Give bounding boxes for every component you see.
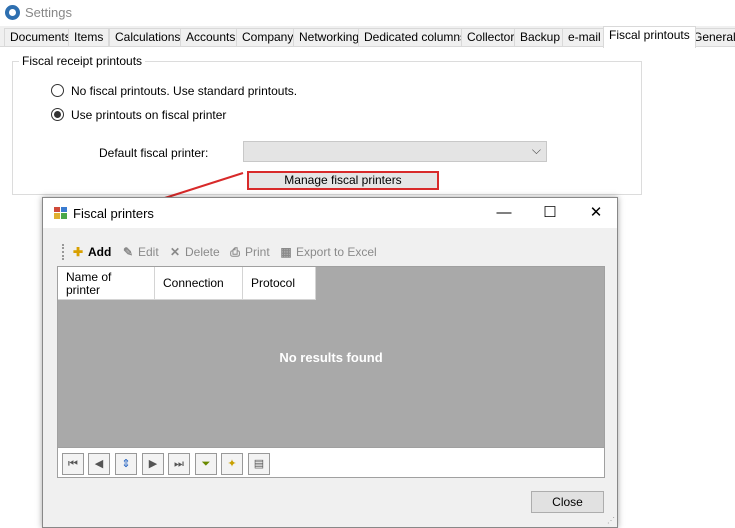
- fiscal-receipt-groupbox: Fiscal receipt printouts No fiscal print…: [12, 54, 642, 195]
- settings-gear-icon: [5, 5, 20, 20]
- close-icon[interactable]: ✕: [573, 198, 619, 228]
- export-label: Export to Excel: [296, 245, 377, 259]
- tab-collector[interactable]: Collector: [461, 28, 521, 47]
- column-header-protocol[interactable]: Protocol: [243, 267, 316, 300]
- window-title: Settings: [25, 5, 72, 20]
- add-button[interactable]: ✚ Add: [71, 243, 111, 261]
- tab-dedicated-columns[interactable]: Dedicated columns: [358, 28, 473, 47]
- lightbulbs-icon[interactable]: ✦: [221, 453, 243, 475]
- window-titlebar: Settings: [0, 0, 735, 26]
- pencil-icon: ✎: [122, 245, 134, 259]
- next-record-icon[interactable]: ▶: [142, 453, 164, 475]
- tab-bar: Documents Items Calculations Accounts Co…: [0, 26, 735, 48]
- delete-button[interactable]: ✕ Delete: [168, 243, 220, 261]
- tab-items[interactable]: Items: [68, 28, 110, 47]
- maximize-icon[interactable]: ☐: [527, 198, 573, 228]
- fiscal-printer-icon: [54, 207, 67, 219]
- add-icon: ✚: [72, 245, 84, 259]
- default-printer-label: Default fiscal printer:: [99, 146, 209, 160]
- default-printer-select[interactable]: ⌵: [243, 141, 547, 162]
- tab-email[interactable]: e-mail: [562, 28, 607, 47]
- group-title: Fiscal receipt printouts: [19, 54, 146, 68]
- delete-x-icon: ✕: [169, 245, 181, 259]
- add-label: Add: [88, 245, 112, 259]
- minimize-icon[interactable]: —: [481, 198, 527, 228]
- printers-grid[interactable]: Name of printer Connection Protocol No r…: [57, 266, 605, 448]
- dialog-title: Fiscal printers: [73, 206, 154, 221]
- tab-networking[interactable]: Networking: [293, 28, 366, 47]
- tab-fiscal-printouts[interactable]: Fiscal printouts: [603, 26, 696, 48]
- excel-icon: ▦: [280, 245, 292, 259]
- tab-backup[interactable]: Backup: [514, 28, 567, 47]
- column-header-connection[interactable]: Connection: [155, 267, 243, 300]
- printer-icon: ⎙: [230, 245, 240, 259]
- close-button[interactable]: Close: [531, 491, 604, 513]
- grid-settings-icon[interactable]: ▤: [248, 453, 270, 475]
- filter-icon[interactable]: ⏷: [195, 453, 217, 475]
- print-button[interactable]: ⎙ Print: [228, 243, 270, 261]
- fiscal-printers-dialog: Fiscal printers — ☐ ✕ ✚ Add ✎ Edit ✕ Delete…: [42, 197, 618, 528]
- radio-circle-selected[interactable]: [51, 108, 64, 121]
- last-record-icon[interactable]: ⏭: [168, 453, 190, 475]
- column-header-name[interactable]: Name of printer: [58, 267, 155, 300]
- export-excel-button[interactable]: ▦ Export to Excel: [279, 243, 377, 261]
- radio-circle[interactable]: [51, 84, 64, 97]
- tab-company[interactable]: Company: [236, 28, 300, 47]
- delete-label: Delete: [185, 245, 220, 259]
- edit-label: Edit: [138, 245, 159, 259]
- empty-message: No results found: [279, 350, 383, 365]
- radio-label: No fiscal printouts. Use standard printo…: [71, 84, 298, 98]
- prev-record-icon[interactable]: ◀: [88, 453, 110, 475]
- first-record-icon[interactable]: ⏮: [62, 453, 84, 475]
- edit-button[interactable]: ✎ Edit: [121, 243, 159, 261]
- record-navigator: ⏮ ◀ ⇕ ▶ ⏭ ⏷ ✦ ▤: [57, 448, 605, 478]
- toolbar-grip[interactable]: [62, 244, 64, 260]
- tab-calculations[interactable]: Calculations: [109, 28, 187, 47]
- chevron-down-icon[interactable]: ⌵: [532, 143, 541, 158]
- manage-fiscal-printers-button[interactable]: Manage fiscal printers: [247, 171, 439, 190]
- tab-accounts[interactable]: Accounts: [180, 28, 242, 47]
- radio-label: Use printouts on fiscal printer: [71, 108, 227, 122]
- sort-icon[interactable]: ⇕: [115, 453, 137, 475]
- print-label: Print: [245, 245, 270, 259]
- resize-grip[interactable]: ⋰: [607, 516, 615, 525]
- dialog-toolbar: ✚ Add ✎ Edit ✕ Delete ⎙ Print ▦ Export to Exc…: [57, 240, 605, 264]
- tab-documents[interactable]: Documents: [4, 28, 77, 47]
- dialog-titlebar: Fiscal printers — ☐ ✕: [43, 198, 617, 228]
